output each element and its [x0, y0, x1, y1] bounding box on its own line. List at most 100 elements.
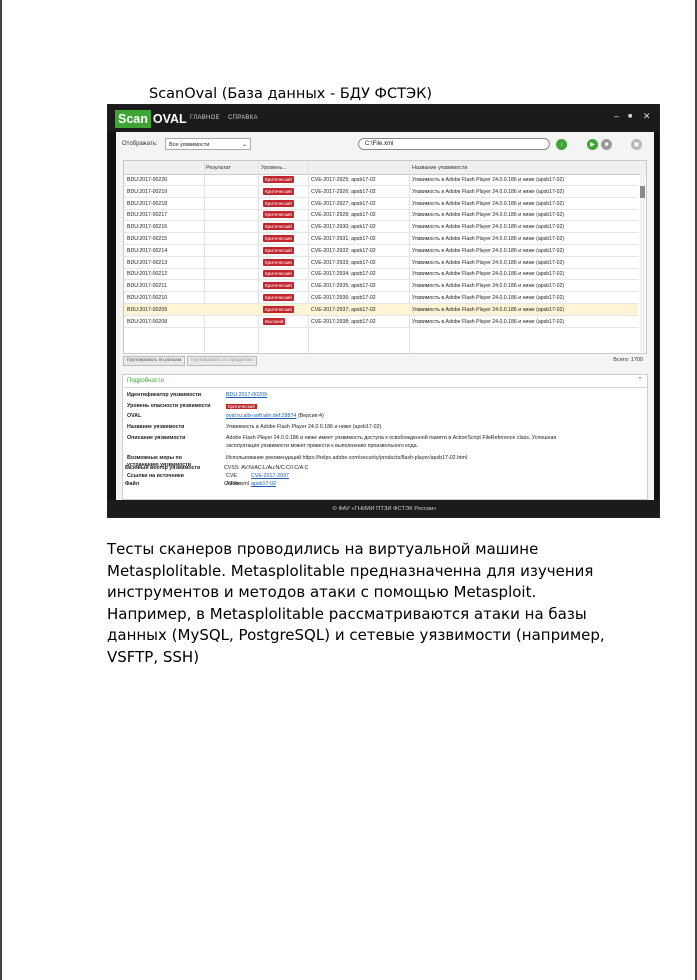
table-row[interactable]: BDU:2017-00209 Критический CVE-2017-2937; …: [124, 303, 638, 316]
save-icon[interactable]: ▣: [631, 139, 642, 150]
scrollbar-thumb[interactable]: [640, 186, 645, 198]
maximize-button[interactable]: ■: [628, 113, 632, 120]
row-name: Уязвимость в Adobe Flash Player 24.0.0.1…: [412, 283, 565, 290]
row-id: BDU:2017-00210: [127, 295, 168, 301]
row-name: Уязвимость в Adobe Flash Player 24.0.0.1…: [412, 236, 565, 242]
total-count: Всего: 1700: [613, 357, 643, 363]
severity-badge: Критический: [263, 235, 294, 242]
row-name: Уязвимость в Adobe Flash Player 24.0.0.1…: [412, 306, 565, 313]
table-row[interactable]: BDU:2017-00211 Критический CVE-2017-2935; …: [124, 280, 638, 293]
severity-badge: Критический: [263, 282, 294, 290]
file-value: C:\File.xml: [224, 481, 250, 487]
row-id: BDU:2017-00220: [127, 177, 168, 183]
vuln-id-link[interactable]: BDU:2017-00209: [226, 392, 267, 398]
row-id: BDU:2017-00216: [127, 224, 168, 231]
row-refs: CVE-2017-2932; apsb17-02: [311, 247, 376, 254]
row-id: BDU:2017-00208: [127, 318, 168, 325]
group-by-product-button[interactable]: Группировать по продуктам: [187, 356, 257, 366]
group-bar: Группировать по рискам Группировать по п…: [123, 354, 645, 368]
row-refs: CVE-2017-2933; apsb17-02: [311, 259, 376, 266]
play-icon[interactable]: ▶: [587, 139, 598, 150]
table-row[interactable]: BDU:2017-00220 Критический CVE-2017-2925; …: [124, 174, 638, 186]
table-row[interactable]: BDU:2017-00212 Критический CVE-2017-2934; …: [124, 268, 638, 281]
details-header[interactable]: Подробности ⌃: [123, 375, 647, 388]
table-row[interactable]: BDU:2017-00215 Критический CVE-2017-2931; …: [124, 233, 638, 245]
table-row[interactable]: BDU:2017-00217 Критический CVE-2017-2928; …: [124, 209, 638, 222]
row-refs: CVE-2017-2935; apsb17-02: [311, 283, 376, 290]
chevron-down-icon: ⌄: [241, 142, 247, 148]
menu-item-help[interactable]: СПРАВКА: [228, 115, 258, 121]
table-scrollbar[interactable]: [640, 174, 645, 352]
row-refs: CVE-2017-2937; apsb17-02: [311, 306, 376, 313]
app-content: Отображать: Все уязвимости ⌄ C:\File.xml…: [116, 132, 654, 500]
filter-select[interactable]: Все уязвимости ⌄: [165, 138, 251, 150]
severity-badge: Критический: [226, 404, 257, 409]
severity-badge: Критический: [263, 187, 294, 195]
row-refs: CVE-2017-2928; apsb17-02: [311, 212, 376, 219]
close-button[interactable]: ✕: [643, 111, 651, 122]
group-by-risk-button[interactable]: Группировать по рискам: [123, 356, 186, 366]
row-name: Уязвимость в Adobe Flash Player 24.0.0.1…: [412, 200, 565, 207]
table-row[interactable]: BDU:2017-00208 Высокий CVE-2017-2938; apsb…: [124, 316, 638, 328]
vuln-description-2: эксплуатация уязвимости может привести к…: [226, 443, 419, 449]
vuln-description-1: Adobe Flash Player 24.0.0.186 и ниже име…: [226, 435, 557, 441]
row-id: BDU:2017-00209: [127, 306, 168, 313]
menu-item-main[interactable]: ГЛАВНОЕ: [190, 115, 220, 121]
row-name: Уязвимость в Adobe Flash Player 24.0.0.1…: [412, 188, 565, 195]
row-refs: CVE-2017-2925; apsb17-02: [311, 177, 376, 183]
row-id: BDU:2017-00211: [127, 283, 167, 290]
row-refs: CVE-2017-2934; apsb17-02: [311, 271, 376, 278]
figure-caption: ScanOval (База данных - БДУ ФСТЭК): [149, 86, 433, 102]
row-name: Уязвимость в Adobe Flash Player 24.0.0.1…: [412, 247, 565, 254]
toolbar: Отображать: Все уязвимости ⌄ C:\File.xml…: [116, 132, 654, 156]
oval-link[interactable]: oval:ru.altx-soft.win:def:28874: [226, 413, 296, 419]
row-name: Уязвимость в Adobe Flash Player 24.0.0.1…: [412, 295, 565, 301]
row-refs: CVE-2017-2936; apsb17-02: [311, 295, 376, 301]
column-result[interactable]: Результат: [206, 165, 231, 171]
row-name: Уязвимость в Adobe Flash Player 24.0.0.1…: [412, 259, 565, 266]
details-title: Подробности: [127, 378, 164, 384]
table-row[interactable]: BDU:2017-00213 Критический CVE-2017-2933; …: [124, 257, 638, 269]
row-id: BDU:2017-00218: [127, 200, 168, 207]
severity-badge: Критический: [263, 294, 294, 301]
fix-recommendation: Использование рекомендаций https://helpx…: [226, 455, 468, 461]
table-row[interactable]: BDU:2017-00210 Критический CVE-2017-2936; …: [124, 292, 638, 304]
row-name: Уязвимость в Adobe Flash Player 24.0.0.1…: [412, 224, 565, 231]
severity-badge: Критический: [263, 199, 294, 207]
app-footer: © ФАУ «ГНИИИ ПТЗИ ФСТЭК России»: [108, 500, 659, 517]
row-id: BDU:2017-00219: [127, 188, 168, 195]
table-header: Результат Уровень... Название уязвимости: [124, 161, 646, 175]
row-name: Уязвимость в Adobe Flash Player 24.0.0.1…: [412, 212, 565, 219]
table-row[interactable]: BDU:2017-00218 Критический CVE-2017-2927; …: [124, 198, 638, 210]
severity-badge: Критический: [263, 305, 294, 313]
row-refs: CVE-2017-2938; apsb17-02: [311, 318, 376, 325]
severity-badge: Критический: [263, 258, 294, 266]
row-id: BDU:2017-00217: [127, 212, 168, 219]
row-id: BDU:2017-00214: [127, 247, 168, 254]
body-paragraph: Тесты сканеров проводились на виртуально…: [107, 540, 605, 666]
cve-link[interactable]: CVE-2017-2937: [251, 473, 289, 479]
table-row[interactable]: BDU:2017-00216 Критический CVE-2017-2930; …: [124, 221, 638, 234]
table-row[interactable]: BDU:2017-00219 Критический CVE-2017-2926; …: [124, 186, 638, 198]
show-label: Отображать:: [122, 141, 158, 147]
download-icon[interactable]: ↓: [556, 139, 567, 150]
row-refs: CVE-2017-2930; apsb17-02: [311, 224, 376, 231]
table-row[interactable]: BDU:2017-00214 Критический CVE-2017-2932; …: [124, 245, 638, 257]
stop-icon[interactable]: ■: [601, 139, 612, 150]
minimize-button[interactable]: –: [614, 111, 619, 121]
chevron-up-icon[interactable]: ⌃: [637, 376, 643, 384]
main-menu: ГЛАВНОЕ СПРАВКА: [190, 115, 258, 121]
row-refs: CVE-2017-2931; apsb17-02: [311, 236, 376, 242]
row-id: BDU:2017-00213: [127, 259, 168, 266]
severity-badge: Критический: [263, 223, 294, 231]
file-path-input[interactable]: C:\File.xml: [358, 138, 550, 150]
adobe-link[interactable]: apsb17-02: [251, 481, 276, 487]
title-bar: Scan OVAL ГЛАВНОЕ СПРАВКА – ■ ✕: [108, 105, 659, 132]
column-level[interactable]: Уровень...: [261, 165, 287, 171]
column-name[interactable]: Название уязвимости: [412, 165, 467, 171]
severity-badge: Высокий: [263, 317, 286, 325]
row-name: Уязвимость в Adobe Flash Player 24.0.0.1…: [412, 271, 565, 278]
vulnerability-table: Результат Уровень... Название уязвимости…: [123, 160, 647, 354]
severity-badge: Критический: [263, 246, 294, 254]
row-id: BDU:2017-00212: [127, 271, 168, 278]
